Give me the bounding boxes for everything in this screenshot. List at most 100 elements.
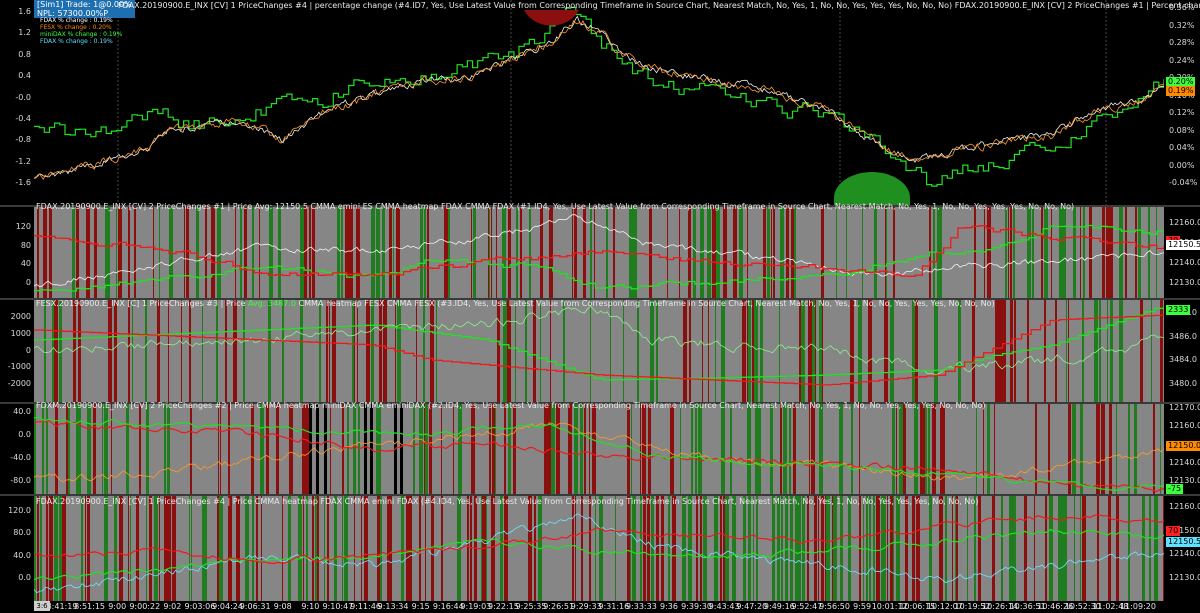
fdxm-cmma-panel[interactable]: 40.0 0.0 -40.0 -80.0 12170.0 12160.0 12150.0 1…: [0, 401, 1200, 494]
right-axis-tick: 12140.0: [1169, 258, 1200, 267]
left-axis-tick: -1.6: [15, 178, 31, 187]
right-axis-tick: 0.24%: [1169, 55, 1195, 65]
time-axis-tick: 11:09:20: [1120, 602, 1156, 611]
panel5-right-axis: 12160.0 12150.0 12140.0 12130.0: [1166, 496, 1200, 601]
left-axis-tick: -2000: [7, 379, 31, 388]
left-axis-tick: 2000: [10, 312, 31, 321]
horizontal-scroll-thumb[interactable]: 3:6: [34, 601, 50, 611]
left-axis-tick: 0: [25, 345, 31, 355]
price-badge: 70: [1166, 526, 1181, 536]
left-axis-tick: 40.0: [13, 407, 31, 416]
time-axis[interactable]: 8:41:19 8:51:15 9:00 9:00:22 9:02 9:03:06 9:04…: [0, 602, 1200, 613]
study-legend: FDAX % change : 0.19% FESX % change : 0.2…: [40, 17, 122, 45]
left-axis-tick: 40: [20, 259, 31, 269]
fdax-emini-panel[interactable]: 120.0 80.0 40.0 0.0 12160.0 12150.0 12140.0 12…: [0, 496, 1200, 601]
panel1-title: FDAX.20190900.E_INX [CV] 1 PriceChanges …: [118, 1, 1200, 10]
price-badge: 0.19%: [1166, 86, 1196, 96]
time-axis-tick: 9:36: [659, 602, 678, 611]
legend-entry: miniDAX % change : 0.19%: [40, 31, 123, 38]
time-axis-tick: 9:33:33: [625, 602, 657, 611]
panel3-left-axis: 2000 1000 0 -1000 -2000: [0, 300, 33, 402]
time-axis-tick: 9:47:20: [736, 602, 768, 611]
time-axis-tick: 9:31:16: [598, 602, 630, 611]
time-axis-tick: 8:51:15: [74, 602, 105, 611]
time-axis-tick: 9:00: [108, 602, 127, 611]
panel2-right-axis: 12160.012150.012140.012130.0: [1166, 207, 1200, 298]
time-axis-tick: 9:56:50: [819, 602, 850, 611]
legend-entry: FDAX % change : 0.19%: [40, 38, 113, 45]
right-axis-tick: 3486.0: [1169, 331, 1197, 341]
percent-change-plot[interactable]: [34, 0, 1164, 205]
time-axis-tick: 9:04:24: [212, 602, 243, 611]
left-axis-tick: 40.0: [13, 550, 31, 560]
left-axis-tick: -0.4: [15, 113, 31, 123]
time-axis-tick: 9:13:34: [377, 602, 409, 611]
left-axis-tick: -1000: [7, 362, 31, 372]
left-axis-tick: -0.8: [15, 135, 31, 145]
fesx-cmma-panel[interactable]: 200010000-1000-2000 3488.03486.03484.034…: [0, 299, 1200, 402]
panel3-title: FESX.20190900.E_INX [C] 1 PriceChanges #…: [36, 299, 995, 308]
right-axis-tick: 12130.0: [1169, 573, 1200, 582]
time-axis-tick: 9:02: [163, 602, 182, 611]
time-axis-tick: 9:03:06: [184, 602, 216, 611]
left-axis-tick: 0.4: [18, 71, 31, 81]
right-axis-tick: 12160.0: [1169, 218, 1200, 227]
time-axis-tick: 9:26:51: [543, 602, 575, 611]
panel5-title: FDAX.20190900.E_INX [CV] 1 PriceChanges …: [36, 497, 979, 506]
left-axis-tick: -40.0: [10, 453, 31, 462]
right-axis-tick: 0.08%: [1169, 125, 1195, 135]
right-axis-tick: 3480.0: [1169, 379, 1197, 388]
time-axis-tick: 9:52:47: [791, 602, 823, 611]
right-axis-tick: 12170.0: [1169, 403, 1200, 412]
time-axis-tick: 9:29:33: [570, 602, 602, 611]
right-axis-tick: 3484.0: [1169, 355, 1197, 365]
left-axis-tick: -1.2: [15, 156, 31, 166]
right-axis-tick: 0.04%: [1169, 143, 1195, 152]
time-axis-tick: 9:39:30: [681, 602, 712, 611]
time-axis-tick: 9:59: [853, 602, 872, 611]
fdax-cmma-plot[interactable]: [34, 207, 1164, 298]
heatmap-bands: [34, 404, 1164, 494]
legend-entry: FESX % change : 0.20%: [40, 24, 112, 31]
left-axis-tick: 0.8: [18, 49, 31, 59]
left-axis-tick: -80.0: [10, 476, 31, 485]
time-axis-tick: 9:19:03: [460, 602, 492, 611]
panel2-left-axis: 120 80 40 0: [0, 207, 33, 298]
time-axis-tick: 9:00:22: [129, 602, 161, 611]
fdax-cmma-panel[interactable]: 12080400 12160.012150.012140.012130.0 FD…: [0, 202, 1200, 298]
right-axis-tick: -0.04%: [1169, 178, 1198, 187]
time-axis-tick: 9:16:44: [432, 602, 464, 611]
right-axis-tick: 12140.0: [1169, 549, 1200, 559]
price-badge: 12150.5: [1166, 537, 1200, 547]
price-badge: 12150.5: [1166, 240, 1200, 250]
time-axis-tick: 8:41:19: [46, 602, 78, 611]
right-axis-tick: 12160.0: [1169, 502, 1200, 511]
time-axis-tick: 9:15: [411, 602, 430, 611]
left-axis-tick: 1000: [10, 328, 31, 338]
price-badge: -75: [1166, 484, 1184, 494]
right-axis-tick: 0.28%: [1169, 38, 1195, 47]
left-axis-tick: 120: [15, 222, 31, 231]
left-axis-tick: 120.0: [8, 506, 31, 515]
percent-change-panel[interactable]: 1.6 1.2 0.8 0.4 -0.0 -0.4 -0.8 -1.2 -1.6 0.36% 0.…: [0, 0, 1200, 205]
heatmap-bands: [34, 496, 1164, 601]
panel3-right-axis: 3488.03486.03484.03480.0: [1166, 300, 1200, 402]
left-axis-tick: 0: [25, 278, 31, 287]
time-axis-tick: 9:11:46: [350, 602, 381, 611]
fdxm-cmma-plot[interactable]: [34, 404, 1164, 494]
time-axis-tick: 9:43:43: [708, 602, 740, 611]
time-axis-tick: 9:08: [273, 602, 292, 611]
panel4-left-axis: 40.0 0.0 -40.0 -80.0: [0, 404, 33, 494]
account-label: [Sim1]: [37, 0, 64, 9]
fesx-cmma-plot[interactable]: [34, 300, 1164, 402]
legend-entry: FDAX % change : 0.19%: [40, 17, 113, 24]
left-axis-tick: -0.0: [15, 92, 31, 102]
right-axis-tick: 12160.0: [1169, 421, 1200, 431]
right-axis-tick: 0.00%: [1169, 160, 1195, 170]
fdax-emini-plot[interactable]: [34, 496, 1164, 601]
left-axis-tick: 80.0: [13, 528, 31, 538]
left-axis-tick: 1.6: [18, 7, 31, 16]
left-axis-tick: 0.0: [18, 573, 31, 582]
left-axis-tick: 0.0: [18, 430, 31, 439]
panel1-left-axis: 1.6 1.2 0.8 0.4 -0.0 -0.4 -0.8 -1.2 -1.6: [0, 0, 33, 205]
